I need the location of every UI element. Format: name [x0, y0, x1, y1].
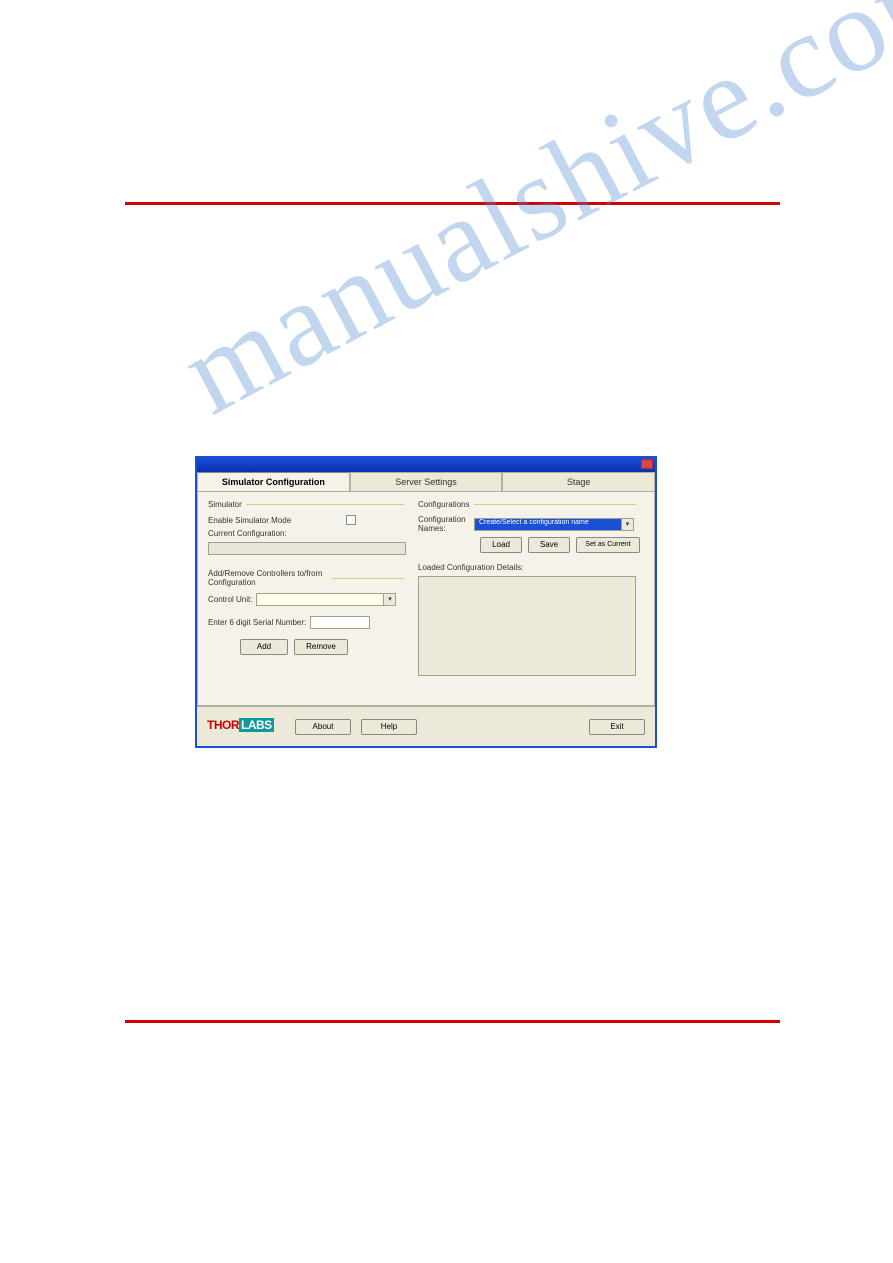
tab-stage[interactable]: Stage — [502, 472, 655, 491]
config-utility-window: Simulator Configuration Server Settings … — [195, 456, 657, 748]
control-unit-row: Control Unit: ▾ — [208, 593, 408, 606]
chevron-down-icon[interactable]: ▾ — [383, 594, 395, 605]
bottom-divider — [125, 1020, 780, 1023]
control-unit-label: Control Unit: — [208, 595, 252, 604]
thorlabs-logo: THORLABS — [207, 718, 285, 736]
tab-server-settings[interactable]: Server Settings — [350, 472, 503, 491]
logo-part-a: THOR — [207, 718, 239, 732]
left-column: Simulator Enable Simulator Mode Current … — [208, 500, 408, 655]
tab-simulator-configuration[interactable]: Simulator Configuration — [197, 472, 350, 491]
right-column: Configurations Configuration Names: Crea… — [418, 500, 640, 676]
help-button[interactable]: Help — [361, 719, 417, 735]
top-divider — [125, 202, 780, 205]
close-icon[interactable] — [641, 459, 653, 469]
config-names-label: Configuration Names: — [418, 515, 474, 533]
details-label-row: Loaded Configuration Details: — [418, 563, 640, 572]
configurations-group-label: Configurations — [418, 500, 470, 509]
watermark-text: manualshive.com — [160, 0, 893, 442]
group-rule — [474, 504, 636, 505]
logo-part-b: LABS — [239, 718, 274, 732]
details-box — [418, 576, 636, 676]
enable-sim-row: Enable Simulator Mode — [208, 515, 408, 525]
about-button[interactable]: About — [295, 719, 351, 735]
save-button[interactable]: Save — [528, 537, 570, 553]
simulator-group: Simulator — [208, 500, 408, 509]
serial-row: Enter 6 digit Serial Number: — [208, 616, 408, 629]
tab-strip: Simulator Configuration Server Settings … — [197, 472, 655, 492]
current-config-row: Current Configuration: — [208, 529, 408, 538]
config-names-value: Create/Select a configuration name — [477, 519, 631, 526]
enable-sim-checkbox[interactable] — [346, 515, 356, 525]
details-label: Loaded Configuration Details: — [418, 563, 523, 572]
remove-button[interactable]: Remove — [294, 639, 348, 655]
add-button[interactable]: Add — [240, 639, 288, 655]
chevron-down-icon[interactable]: ▾ — [621, 519, 633, 530]
titlebar[interactable] — [197, 458, 655, 472]
addremove-group: Add/Remove Controllers to/from Configura… — [208, 569, 408, 587]
load-button[interactable]: Load — [480, 537, 522, 553]
serial-label: Enter 6 digit Serial Number: — [208, 618, 306, 627]
config-names-dropdown[interactable]: Create/Select a configuration name ▾ — [474, 518, 634, 531]
tab-body: Simulator Enable Simulator Mode Current … — [197, 492, 655, 706]
set-current-button[interactable]: Set as Current — [576, 537, 640, 553]
control-unit-dropdown[interactable]: ▾ — [256, 593, 396, 606]
serial-input[interactable] — [310, 616, 370, 629]
exit-button[interactable]: Exit — [589, 719, 645, 735]
config-names-row: Configuration Names: Create/Select a con… — [418, 515, 640, 533]
enable-sim-label: Enable Simulator Mode — [208, 516, 346, 525]
group-rule — [246, 504, 404, 505]
current-config-field — [208, 542, 406, 555]
group-rule — [332, 578, 404, 579]
current-config-label: Current Configuration: — [208, 529, 408, 538]
addremove-group-label: Add/Remove Controllers to/from Configura… — [208, 569, 328, 587]
window-footer: THORLABS About Help Exit — [197, 706, 655, 746]
configurations-group: Configurations — [418, 500, 640, 509]
simulator-group-label: Simulator — [208, 500, 242, 509]
